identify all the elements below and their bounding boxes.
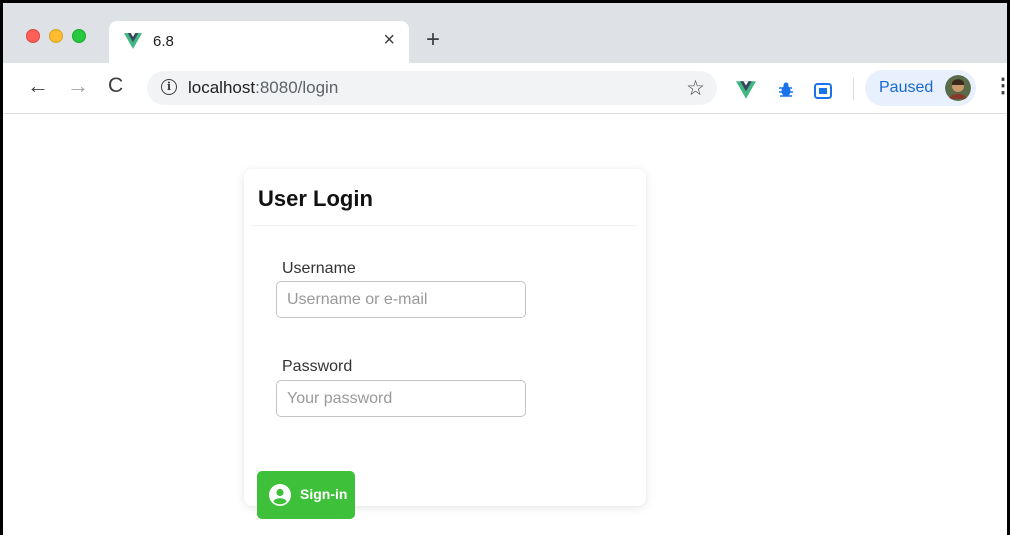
login-card: User Login Username Password Sign-in bbox=[244, 169, 646, 519]
browser-tab[interactable]: 6.8 × bbox=[109, 21, 409, 63]
vue-devtools-icon[interactable] bbox=[736, 80, 756, 100]
forward-button[interactable]: → bbox=[67, 75, 89, 97]
url-path: :8080/login bbox=[255, 78, 339, 97]
browser-window: 6.8 × + ← → C i localhost:8080/login ☆ P… bbox=[0, 0, 1010, 535]
avatar bbox=[945, 75, 971, 101]
card-header: User Login bbox=[244, 169, 646, 225]
close-window-button[interactable] bbox=[26, 29, 40, 43]
profile-status: Paused bbox=[879, 79, 934, 96]
browser-menu-icon[interactable]: ⋮ bbox=[993, 76, 1007, 96]
bug-icon[interactable] bbox=[777, 80, 795, 100]
sign-in-button[interactable]: Sign-in bbox=[257, 471, 355, 519]
site-info-icon[interactable]: i bbox=[161, 79, 177, 95]
minimize-window-button[interactable] bbox=[49, 29, 63, 43]
tab-title: 6.8 bbox=[153, 33, 174, 50]
password-label: Password bbox=[282, 358, 353, 375]
new-tab-button[interactable]: + bbox=[426, 28, 440, 52]
password-input[interactable] bbox=[276, 380, 526, 417]
vue-logo-icon bbox=[124, 33, 142, 49]
page-title: User Login bbox=[258, 186, 373, 211]
sign-in-label: Sign-in bbox=[300, 486, 348, 502]
tab-strip: 6.8 × + bbox=[3, 3, 1007, 63]
tab-close-icon[interactable]: × bbox=[383, 30, 395, 50]
url-host: localhost bbox=[188, 78, 256, 97]
bookmark-star-icon[interactable]: ☆ bbox=[686, 76, 705, 101]
address-bar[interactable]: i localhost:8080/login ☆ bbox=[147, 71, 717, 105]
zoom-window-button[interactable] bbox=[72, 29, 86, 43]
header-divider bbox=[252, 225, 636, 226]
tab-box-icon[interactable] bbox=[814, 81, 832, 101]
back-button[interactable]: ← bbox=[27, 75, 49, 97]
username-input[interactable] bbox=[276, 281, 526, 318]
user-circle-icon bbox=[269, 484, 291, 506]
profile-button[interactable]: Paused bbox=[865, 70, 976, 106]
toolbar-divider bbox=[853, 78, 854, 100]
browser-toolbar: ← → C i localhost:8080/login ☆ Paused bbox=[3, 63, 1007, 114]
username-label: Username bbox=[282, 260, 356, 277]
reload-button[interactable]: C bbox=[108, 75, 123, 97]
url-text[interactable]: localhost:8080/login bbox=[188, 78, 338, 98]
